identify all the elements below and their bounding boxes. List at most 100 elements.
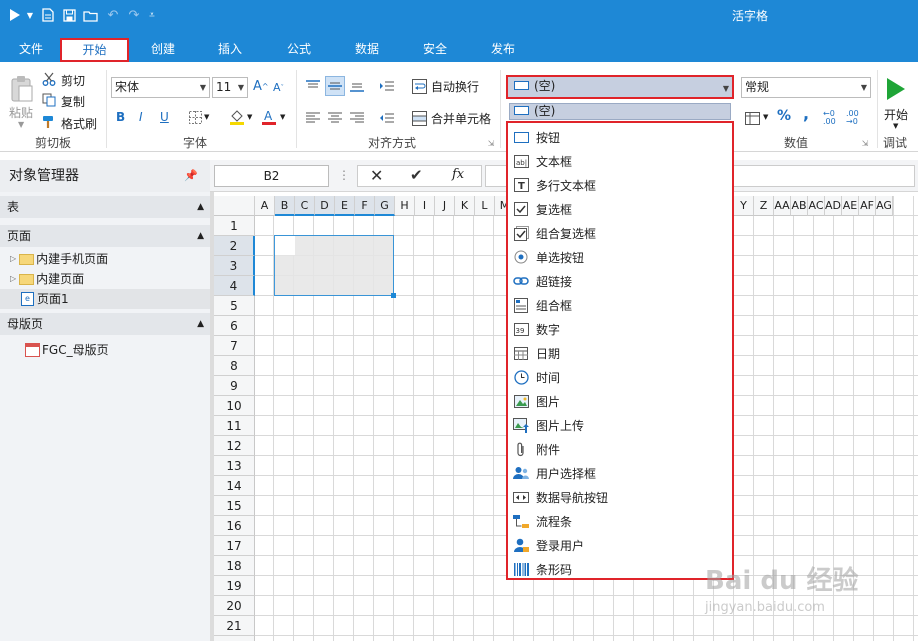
- bold-button[interactable]: B: [116, 110, 125, 124]
- currency-dropdown-icon[interactable]: ▼: [763, 113, 768, 121]
- row-header-5[interactable]: 5: [214, 296, 255, 316]
- tree-item-builtin-pages[interactable]: ▷ 内建页面: [10, 269, 84, 289]
- dropdown-item[interactable]: 登录用户: [513, 534, 727, 556]
- number-format-select[interactable]: 常规 ▼: [741, 77, 871, 98]
- row-header-7[interactable]: 7: [214, 336, 255, 356]
- cancel-icon[interactable]: ✕: [370, 166, 383, 185]
- cut-button[interactable]: 剪切: [61, 72, 85, 89]
- fill-color-dropdown-icon[interactable]: ▼: [247, 113, 252, 121]
- new-file-icon[interactable]: [40, 6, 56, 24]
- column-header-f[interactable]: F: [355, 196, 375, 216]
- column-header-b[interactable]: B: [275, 196, 295, 216]
- section-master-pages[interactable]: 母版页 ▲: [0, 313, 210, 335]
- outdent-icon[interactable]: [377, 108, 397, 128]
- dropdown-item[interactable]: T 多行文本框: [513, 174, 727, 196]
- row-header-17[interactable]: 17: [214, 536, 255, 556]
- dropdown-item[interactable]: 时间: [513, 366, 727, 388]
- section-tables[interactable]: 表 ▲: [0, 196, 210, 218]
- undo-icon[interactable]: ↶: [104, 6, 122, 24]
- dropdown-item[interactable]: 单选按钮: [513, 246, 727, 268]
- corner-cell[interactable]: [214, 196, 255, 216]
- tree-item-master-page[interactable]: FGC_母版页: [25, 340, 109, 360]
- row-header-6[interactable]: 6: [214, 316, 255, 336]
- row-header-11[interactable]: 11: [214, 416, 255, 436]
- dropdown-item[interactable]: 图片上传: [513, 414, 727, 436]
- row-header-16[interactable]: 16: [214, 516, 255, 536]
- cell-reference-box[interactable]: B2: [214, 165, 329, 187]
- tab-home[interactable]: 开始: [60, 38, 129, 62]
- dropdown-item[interactable]: 用户选择框: [513, 462, 727, 484]
- column-header-a[interactable]: A: [255, 196, 275, 216]
- tab-data[interactable]: 数据: [344, 41, 390, 62]
- tab-security[interactable]: 安全: [412, 41, 458, 62]
- section-pages[interactable]: 页面 ▲: [0, 225, 210, 247]
- run-icon[interactable]: [8, 6, 22, 24]
- row-header-2[interactable]: 2: [214, 236, 255, 256]
- row-header-9[interactable]: 9: [214, 376, 255, 396]
- align-middle-icon[interactable]: [325, 76, 345, 96]
- cell-type-highlighted-option[interactable]: (空): [509, 103, 731, 120]
- tab-file[interactable]: 文件: [8, 41, 54, 62]
- alignment-expand-icon[interactable]: ⇲: [486, 138, 496, 148]
- font-name-select[interactable]: 宋体 ▼: [111, 77, 210, 98]
- column-header-i[interactable]: I: [415, 196, 435, 216]
- row-header-12[interactable]: 12: [214, 436, 255, 456]
- row-header-3[interactable]: 3: [214, 256, 255, 276]
- dropdown-item[interactable]: 39 数字: [513, 318, 727, 340]
- column-header-ac[interactable]: AC: [808, 196, 825, 216]
- tab-create[interactable]: 创建: [140, 41, 186, 62]
- dropdown-item[interactable]: 组合框: [513, 294, 727, 316]
- column-header-h[interactable]: H: [395, 196, 415, 216]
- format-painter-button[interactable]: 格式刷: [61, 115, 97, 132]
- align-bottom-icon[interactable]: [347, 76, 367, 96]
- font-color-dropdown-icon[interactable]: ▼: [280, 113, 285, 121]
- chevron-up-icon[interactable]: ▲: [197, 196, 204, 218]
- row-header-13[interactable]: 13: [214, 456, 255, 476]
- row-header-14[interactable]: 14: [214, 476, 255, 496]
- redo-icon[interactable]: ↷: [125, 6, 143, 24]
- fill-color-icon[interactable]: [228, 107, 245, 126]
- paste-button[interactable]: 粘贴: [9, 104, 33, 121]
- column-header-ae[interactable]: AE: [842, 196, 859, 216]
- currency-icon[interactable]: [743, 109, 761, 127]
- comma-button[interactable]: ,: [803, 104, 809, 123]
- dropdown-item[interactable]: ab| 文本框: [513, 150, 727, 172]
- pin-icon[interactable]: 📌: [184, 160, 198, 192]
- tree-item-page1[interactable]: e 页面1: [0, 289, 210, 309]
- dropdown-item[interactable]: 图片: [513, 390, 727, 412]
- column-header-d[interactable]: D: [315, 196, 335, 216]
- dropdown-item[interactable]: 组合复选框: [513, 222, 727, 244]
- dropdown-item[interactable]: 数据导航按钮: [513, 486, 727, 508]
- column-header-c[interactable]: C: [295, 196, 315, 216]
- percent-button[interactable]: %: [777, 108, 791, 124]
- column-header-y[interactable]: Y: [734, 196, 754, 216]
- border-icon[interactable]: [187, 109, 203, 125]
- expand-arrow-icon[interactable]: ▷: [10, 249, 16, 269]
- increase-decimal-icon[interactable]: ←0.00: [823, 110, 836, 126]
- merge-cells-button[interactable]: 合并单元格: [431, 110, 491, 127]
- align-right-icon[interactable]: [347, 108, 367, 128]
- chevron-up-icon[interactable]: ▲: [197, 225, 204, 247]
- tab-insert[interactable]: 插入: [207, 41, 253, 62]
- dropdown-item[interactable]: 附件: [513, 438, 727, 460]
- dropdown-item[interactable]: 条形码: [513, 558, 727, 580]
- row-header-18[interactable]: 18: [214, 556, 255, 576]
- wrap-text-button[interactable]: 自动换行: [431, 78, 479, 95]
- save-icon[interactable]: [61, 6, 77, 24]
- row-header-20[interactable]: 20: [214, 596, 255, 616]
- expand-arrow-icon[interactable]: ▷: [10, 269, 16, 289]
- tab-publish[interactable]: 发布: [480, 41, 526, 62]
- font-color-icon[interactable]: A: [260, 107, 277, 126]
- decrease-font-icon[interactable]: Aˇ: [273, 81, 284, 94]
- number-expand-icon[interactable]: ⇲: [860, 138, 870, 148]
- row-header-15[interactable]: 15: [214, 496, 255, 516]
- start-debug-dropdown-icon[interactable]: ▼: [893, 122, 898, 130]
- fill-handle[interactable]: [391, 293, 396, 298]
- indent-icon[interactable]: [377, 76, 397, 96]
- column-header-aa[interactable]: AA: [774, 196, 791, 216]
- active-cell[interactable]: [275, 236, 295, 255]
- confirm-icon[interactable]: ✔: [410, 166, 423, 184]
- font-size-select[interactable]: 11 ▼: [212, 77, 248, 98]
- border-dropdown-icon[interactable]: ▼: [204, 113, 209, 121]
- column-header-l[interactable]: L: [475, 196, 495, 216]
